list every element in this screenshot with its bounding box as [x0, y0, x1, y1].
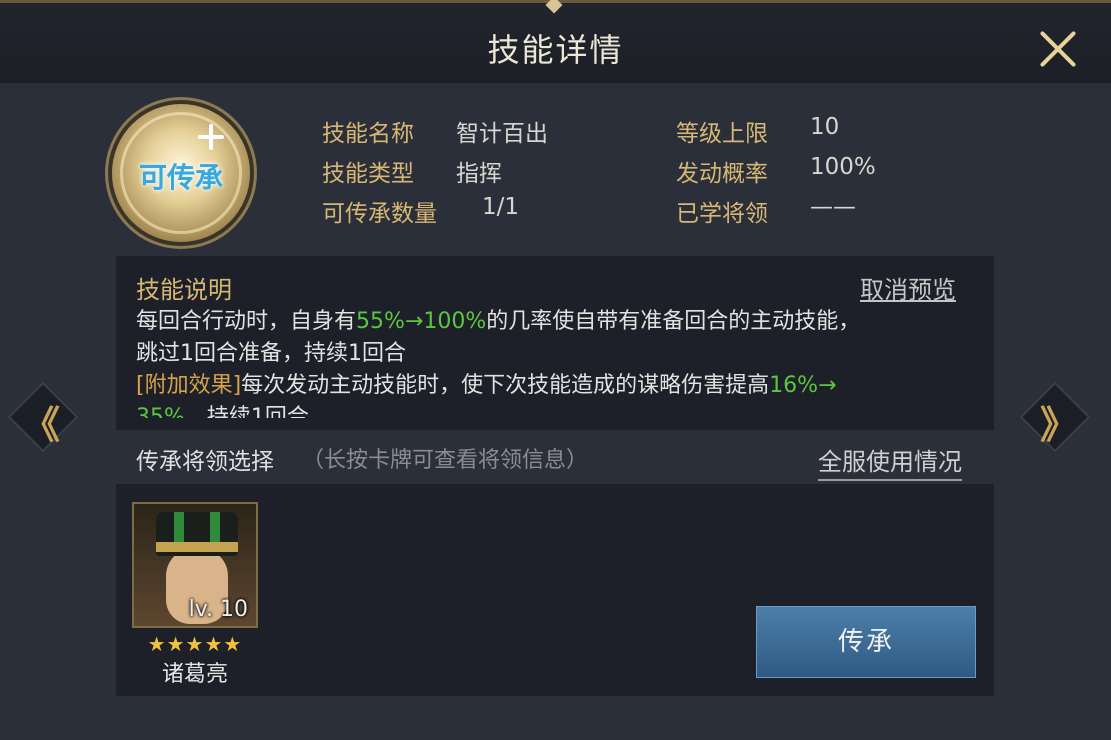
- learned-generals-value: ——: [810, 194, 856, 220]
- description-line-3: [附加效果]每次发动主动技能时，使下次技能造成的谋略伤害提高16%→: [136, 373, 837, 398]
- general-name: 诸葛亮: [161, 662, 228, 687]
- inherit-count-label: 可传承数量: [322, 201, 437, 227]
- dialog-title: 技能详情: [487, 31, 624, 69]
- skill-description-panel: 技能说明 取消预览 每回合行动时，自身有55%→100%的几率使自带有准备回合的…: [116, 256, 994, 430]
- skill-name-label: 技能名称: [322, 121, 414, 147]
- portrait-hat-stripe: [210, 512, 220, 542]
- skill-icon: 可传承: [112, 104, 250, 242]
- portrait-hat-stripe: [174, 512, 184, 542]
- trigger-chance-value: 100%: [810, 154, 876, 180]
- long-press-hint: （长按卡牌可查看将领信息）: [302, 448, 589, 473]
- inherit-count-value: 1/1: [482, 194, 520, 220]
- chevron-left-icon: 《: [22, 403, 61, 447]
- prev-skill-button[interactable]: 《: [6, 380, 79, 453]
- skill-name-value: 智计百出: [456, 121, 548, 147]
- general-card[interactable]: lv. 10: [132, 502, 258, 628]
- top-ornament: [545, 0, 563, 14]
- skill-type-value: 指挥: [456, 161, 502, 187]
- portrait-hat-band: [156, 542, 238, 552]
- inherit-button[interactable]: 传承: [756, 606, 976, 678]
- close-icon[interactable]: [1036, 27, 1080, 71]
- server-usage-link[interactable]: 全服使用情况: [818, 442, 962, 481]
- inherit-general-label: 传承将领选择: [136, 449, 274, 475]
- description-line-4: 35%，持续1回合: [136, 405, 309, 418]
- inheritable-badge-text: 可传承: [138, 161, 223, 194]
- star-rating: ★★★★★: [147, 632, 243, 656]
- sparkle-icon: [198, 124, 224, 150]
- description-text[interactable]: 每回合行动时，自身有55%→100%的几率使自带有准备回合的主动技能， 跳过1回…: [136, 306, 986, 418]
- max-level-label: 等级上限: [676, 121, 768, 147]
- skill-type-label: 技能类型: [322, 161, 414, 187]
- cancel-preview-link[interactable]: 取消预览: [860, 270, 956, 305]
- max-level-value: 10: [810, 114, 840, 140]
- description-line-1: 每回合行动时，自身有55%→100%的几率使自带有准备回合的主动技能，: [136, 309, 861, 334]
- trigger-chance-label: 发动概率: [676, 161, 768, 187]
- general-level: lv. 10: [188, 597, 248, 622]
- title-bar: 技能详情: [0, 0, 1111, 83]
- description-line-2: 跳过1回合准备，持续1回合: [136, 341, 406, 366]
- next-skill-button[interactable]: 》: [1018, 380, 1091, 453]
- learned-generals-label: 已学将领: [676, 201, 768, 227]
- description-title: 技能说明: [136, 276, 232, 304]
- chevron-right-icon: 》: [1040, 403, 1079, 447]
